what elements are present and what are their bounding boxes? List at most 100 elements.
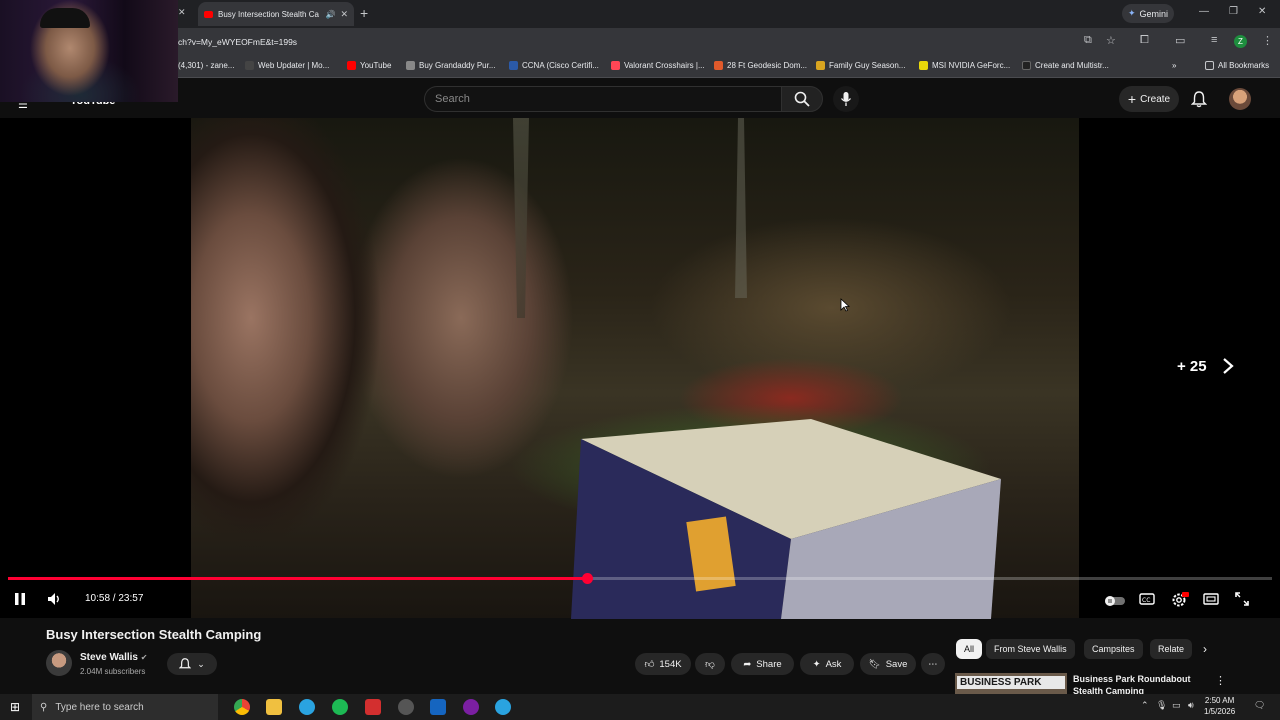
autoplay-toggle[interactable]	[1104, 594, 1126, 612]
minimize-icon[interactable]: —	[1199, 6, 1209, 17]
subscribed-button[interactable]: ⌄	[167, 653, 217, 675]
search-icon	[794, 91, 810, 107]
spotify-icon[interactable]	[332, 699, 348, 715]
close-tab-icon[interactable]: ✕	[178, 7, 186, 18]
channel-avatar[interactable]	[46, 650, 72, 676]
headphones	[40, 8, 90, 28]
tray-chevron-icon[interactable]: ⌃	[1141, 700, 1149, 711]
chevron-right-icon[interactable]: ›	[1203, 642, 1207, 656]
volume-icon[interactable]: 🔊︎	[1188, 700, 1194, 711]
bookmark-item[interactable]: Valorant Crosshairs |...	[611, 61, 705, 70]
bookmark-item[interactable]: Buy Grandaddy Pur...	[406, 61, 496, 70]
progress-scrubber[interactable]	[581, 573, 593, 584]
media-control-icon[interactable]: ≡	[1211, 34, 1217, 46]
chrome-icon[interactable]	[234, 699, 250, 715]
more-actions-button[interactable]: ⋯	[921, 653, 945, 675]
save-label: Save	[885, 658, 908, 670]
chip-from-channel[interactable]: From Steve Wallis	[986, 639, 1075, 659]
volume-button[interactable]	[47, 592, 63, 611]
close-tab-icon[interactable]: ✕	[340, 9, 348, 20]
speaker-icon[interactable]: 🔊	[325, 10, 335, 19]
more-bookmarks-icon[interactable]: »	[1172, 61, 1176, 70]
like-button[interactable]: 👍︎ 154K	[635, 653, 691, 675]
thumbnail-text: BUSINESS PARK	[957, 676, 1065, 689]
save-button[interactable]: 🔖︎ Save	[860, 653, 916, 675]
search-button[interactable]	[781, 86, 823, 112]
file-explorer-icon[interactable]	[266, 699, 282, 715]
plus-icon: +	[1127, 91, 1137, 107]
all-bookmarks-button[interactable]: All Bookmarks	[1205, 61, 1269, 70]
account-avatar[interactable]	[1229, 88, 1251, 110]
windows-start-icon[interactable]: ⊞	[10, 700, 20, 714]
bluesky-icon[interactable]	[495, 699, 511, 715]
search-input[interactable]: Search	[424, 86, 782, 112]
subtitles-button[interactable]: CC	[1139, 592, 1155, 611]
bookmark-item[interactable]: CCNA (Cisco Certifi...	[509, 61, 599, 70]
notifications-button[interactable]	[1190, 90, 1208, 113]
profile-icon[interactable]: Z	[1234, 35, 1247, 48]
notifications-icon[interactable]: 🗨︎	[1254, 700, 1265, 711]
bluesky-icon[interactable]	[299, 699, 315, 715]
clock-time: 2:50 AM	[1204, 696, 1235, 705]
theater-mode-button[interactable]	[1203, 592, 1219, 611]
bookmark-item[interactable]: MSI NVIDIA GeForc...	[919, 61, 1010, 70]
taskbar-clock[interactable]: 2:50 AM 1/5/2026	[1204, 695, 1235, 717]
chevron-right-icon[interactable]	[1221, 357, 1235, 380]
app-icon[interactable]	[365, 699, 381, 715]
extensions-icon[interactable]: ⧠	[1140, 34, 1149, 47]
ask-button[interactable]: ✦ Ask	[800, 653, 854, 675]
tree-trunk	[513, 118, 529, 318]
network-icon[interactable]: ▭	[1172, 700, 1181, 711]
chip-all[interactable]: All	[956, 639, 983, 659]
url-field[interactable]: ch?v=My_eWYEOFmE&t=199s	[178, 37, 297, 47]
channel-name[interactable]: Steve Wallis ✔	[80, 652, 147, 663]
chip-related[interactable]: Relate	[1150, 639, 1192, 659]
install-app-icon[interactable]: ⧉	[1084, 34, 1092, 47]
person-face	[191, 118, 421, 618]
taskbar-search-input[interactable]: ⚲ Type here to search	[32, 694, 218, 720]
close-window-icon[interactable]: ✕	[1258, 6, 1266, 17]
subscriber-count: 2.04M subscribers	[80, 667, 146, 676]
share-icon: ➦	[743, 658, 752, 670]
menu-kebab-icon[interactable]: ⋮	[1262, 34, 1273, 47]
microphone-icon[interactable]: 🎙︎	[1156, 700, 1167, 711]
app-icon[interactable]	[430, 699, 446, 715]
settings-button[interactable]	[1171, 592, 1189, 613]
share-button[interactable]: ➦ Share	[731, 653, 794, 675]
tree-trunk	[735, 118, 747, 298]
active-tab[interactable]: Busy Intersection Stealth Ca 🔊 ✕	[198, 2, 354, 26]
autoplay-toggle-icon	[1105, 596, 1125, 606]
mouse-cursor-icon	[840, 298, 850, 312]
bookmark-item[interactable]: Family Guy Season...	[816, 61, 905, 70]
bookmark-item[interactable]: (4,301) - zane...	[178, 61, 234, 70]
restore-icon[interactable]: ❐	[1229, 6, 1238, 17]
dumpster-bin	[571, 419, 1001, 619]
voice-search-button[interactable]	[833, 86, 859, 112]
browser-tab-bar	[0, 0, 1280, 28]
bookmark-item[interactable]: 28 Ft Geodesic Dom...	[714, 61, 807, 70]
progress-bar-played	[8, 577, 587, 580]
obs-icon[interactable]	[398, 699, 414, 715]
verified-badge-icon: ✔	[140, 653, 148, 662]
folder-icon	[1205, 61, 1214, 70]
bookmark-item[interactable]: Create and Multistr...	[1022, 61, 1109, 70]
create-button[interactable]: + Create	[1119, 86, 1179, 112]
bookmark-favicon-icon	[1022, 61, 1031, 70]
bookmark-item[interactable]: Web Updater | Mo...	[245, 61, 329, 70]
fullscreen-icon	[1235, 592, 1249, 606]
more-vertical-icon[interactable]: ⋮	[1215, 674, 1226, 687]
bookmark-item[interactable]: YouTube	[347, 61, 391, 70]
chip-campsites[interactable]: Campsites	[1084, 639, 1143, 659]
discord-icon[interactable]	[463, 699, 479, 715]
dislike-button[interactable]: 👎︎	[695, 653, 725, 675]
pause-button[interactable]	[13, 592, 27, 611]
gemini-button[interactable]: ✦ Gemini	[1122, 4, 1174, 23]
gemini-label: Gemini	[1139, 8, 1169, 19]
chevron-down-icon: ⌄	[197, 658, 205, 669]
recommended-title[interactable]: Business Park Roundabout Stealth Camping	[1073, 673, 1213, 695]
fullscreen-button[interactable]	[1235, 592, 1249, 611]
gear-icon	[1172, 592, 1189, 607]
new-tab-icon[interactable]: +	[360, 5, 368, 21]
bookmark-star-icon[interactable]: ☆	[1106, 34, 1116, 47]
cast-icon[interactable]: ▭	[1175, 34, 1185, 47]
